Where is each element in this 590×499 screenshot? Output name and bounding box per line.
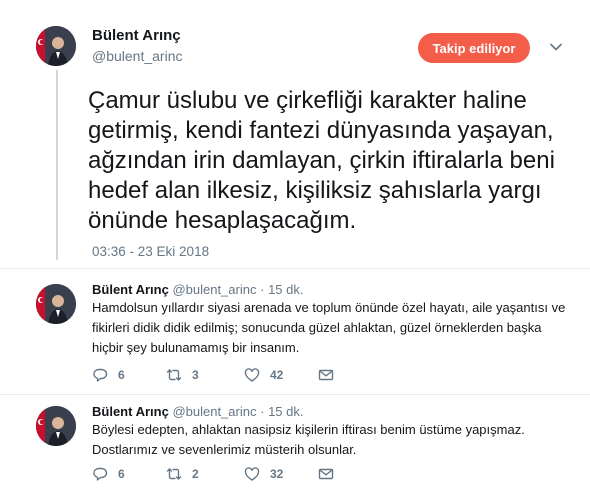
avatar-image [36, 406, 76, 446]
retweet-button[interactable]: 3 [166, 367, 199, 383]
divider [0, 394, 590, 395]
tweet-text: Çamur üslubu ve çirkefliği karakter hali… [88, 87, 555, 234]
direct-message-button[interactable] [318, 466, 344, 482]
divider [0, 268, 590, 269]
avatar-image [36, 26, 76, 66]
avatar[interactable] [36, 406, 76, 446]
reply-icon [93, 467, 108, 481]
reply-text: Hamdolsun yıllardır siyasi arenada ve to… [92, 300, 566, 355]
like-button[interactable]: 32 [244, 466, 283, 482]
retweet-count: 3 [192, 368, 199, 382]
reply-header: Bülent Arınç @bulent_arinc · 15 dk. [92, 282, 303, 297]
reply-author-name[interactable]: Bülent Arınç [92, 282, 169, 297]
like-count: 32 [270, 467, 284, 481]
reply-count: 6 [118, 368, 125, 382]
tweet-timestamp[interactable]: 03:36 - 23 Eki 2018 [92, 244, 209, 259]
avatar[interactable] [36, 284, 76, 324]
envelope-icon [318, 369, 334, 381]
reply-separator: · [260, 282, 265, 297]
retweet-icon [166, 369, 182, 381]
like-button[interactable]: 42 [244, 367, 283, 383]
reply-separator: · [260, 404, 265, 419]
following-button[interactable]: Takip ediliyor [418, 33, 530, 63]
retweet-icon [166, 468, 182, 480]
reply-count: 6 [118, 467, 125, 481]
avatar[interactable] [36, 26, 76, 66]
reply-author-handle[interactable]: @bulent_arinc [172, 404, 256, 419]
avatar-image [36, 284, 76, 324]
reply-button[interactable]: 6 [92, 367, 125, 383]
direct-message-button[interactable] [318, 367, 344, 383]
reply-author-handle[interactable]: @bulent_arinc [172, 282, 256, 297]
reply-time[interactable]: 15 dk. [268, 404, 303, 419]
envelope-icon [318, 468, 334, 480]
reply-author-name[interactable]: Bülent Arınç [92, 404, 169, 419]
author-handle[interactable]: @bulent_arinc [92, 48, 183, 64]
author-name[interactable]: Bülent Arınç [92, 27, 181, 44]
like-count: 42 [270, 368, 284, 382]
reply-text: Böylesi edepten, ahlaktan nasipsiz kişil… [92, 422, 525, 457]
chevron-down-icon[interactable] [549, 40, 563, 54]
reply-icon [93, 368, 108, 382]
reply-header: Bülent Arınç @bulent_arinc · 15 dk. [92, 404, 303, 419]
heart-icon [244, 368, 260, 382]
heart-icon [244, 467, 260, 481]
retweet-button[interactable]: 2 [166, 466, 199, 482]
reply-time[interactable]: 15 dk. [268, 282, 303, 297]
reply-button[interactable]: 6 [92, 466, 125, 482]
thread-line [56, 70, 58, 260]
retweet-count: 2 [192, 467, 199, 481]
